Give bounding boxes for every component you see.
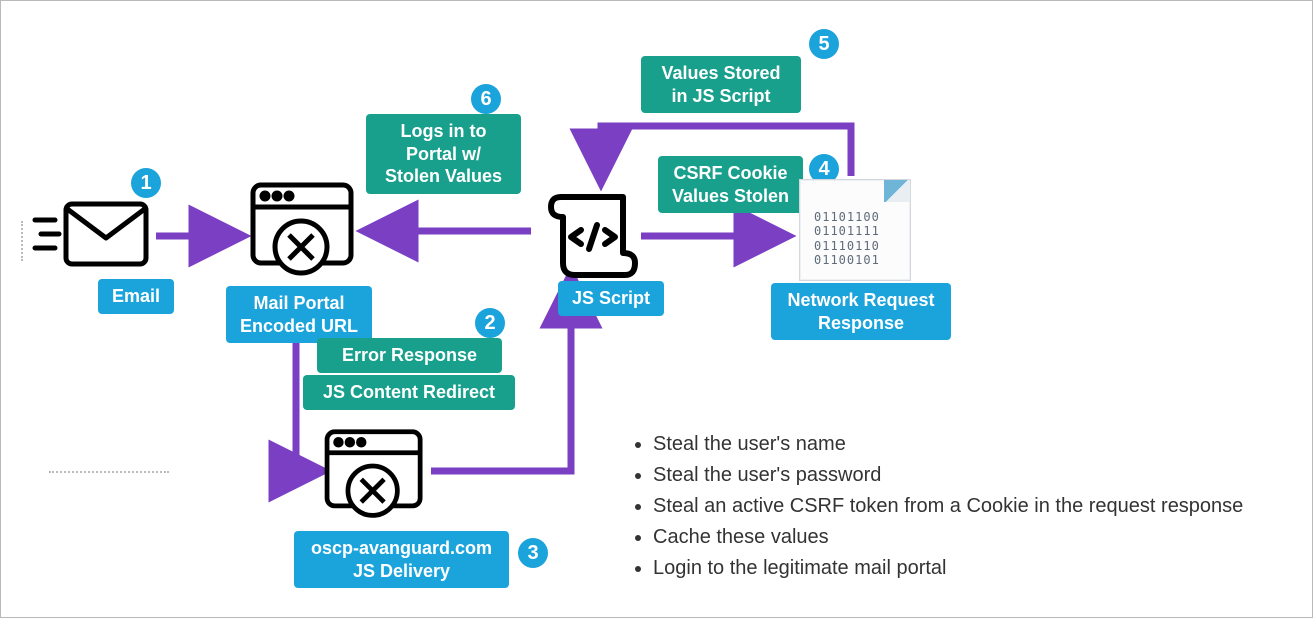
js-delivery-label: oscp-avanguard.com JS Delivery bbox=[294, 531, 509, 588]
js-delivery-icon bbox=[323, 428, 428, 528]
list-item: Steal the user's password bbox=[653, 460, 1299, 491]
list-item: Login to the legitimate mail portal bbox=[653, 553, 1299, 584]
list-item: Steal the user's name bbox=[653, 429, 1299, 460]
binary-row: 01101111 bbox=[814, 224, 880, 238]
network-response-label: Network Request Response bbox=[771, 283, 951, 340]
email-icon bbox=[31, 196, 151, 281]
js-script-label: JS Script bbox=[558, 281, 664, 316]
step-6-badge: 6 bbox=[471, 84, 501, 114]
binary-row: 01101100 bbox=[814, 210, 880, 224]
js-script-icon bbox=[543, 185, 643, 285]
step-5-label: Values Stored in JS Script bbox=[641, 56, 801, 113]
mail-portal-label: Mail Portal Encoded URL bbox=[226, 286, 372, 343]
step-2a-label: Error Response bbox=[317, 338, 502, 373]
binary-row: 01110110 bbox=[814, 239, 880, 253]
email-label: Email bbox=[98, 279, 174, 314]
binary-row: 01100101 bbox=[814, 253, 880, 267]
decorative-dots bbox=[21, 221, 31, 261]
decorative-dots bbox=[49, 471, 169, 481]
list-item: Cache these values bbox=[653, 522, 1299, 553]
step-6-label: Logs in to Portal w/ Stolen Values bbox=[366, 114, 521, 194]
step-3-badge: 3 bbox=[518, 538, 548, 568]
step-2b-label: JS Content Redirect bbox=[303, 375, 515, 410]
diagram-canvas: 1 Email Mail Portal Encoded URL 2 Error … bbox=[0, 0, 1313, 618]
step-5-badge: 5 bbox=[809, 29, 839, 59]
capabilities-list: Steal the user's name Steal the user's p… bbox=[629, 429, 1299, 584]
step-1-badge: 1 bbox=[131, 168, 161, 198]
network-response-icon: 01101100 01101111 01110110 01100101 bbox=[799, 179, 911, 281]
mail-portal-icon bbox=[249, 181, 359, 286]
list-item: Steal an active CSRF token from a Cookie… bbox=[653, 491, 1299, 522]
step-2-badge: 2 bbox=[475, 308, 505, 338]
step-4-label: CSRF Cookie Values Stolen bbox=[658, 156, 803, 213]
